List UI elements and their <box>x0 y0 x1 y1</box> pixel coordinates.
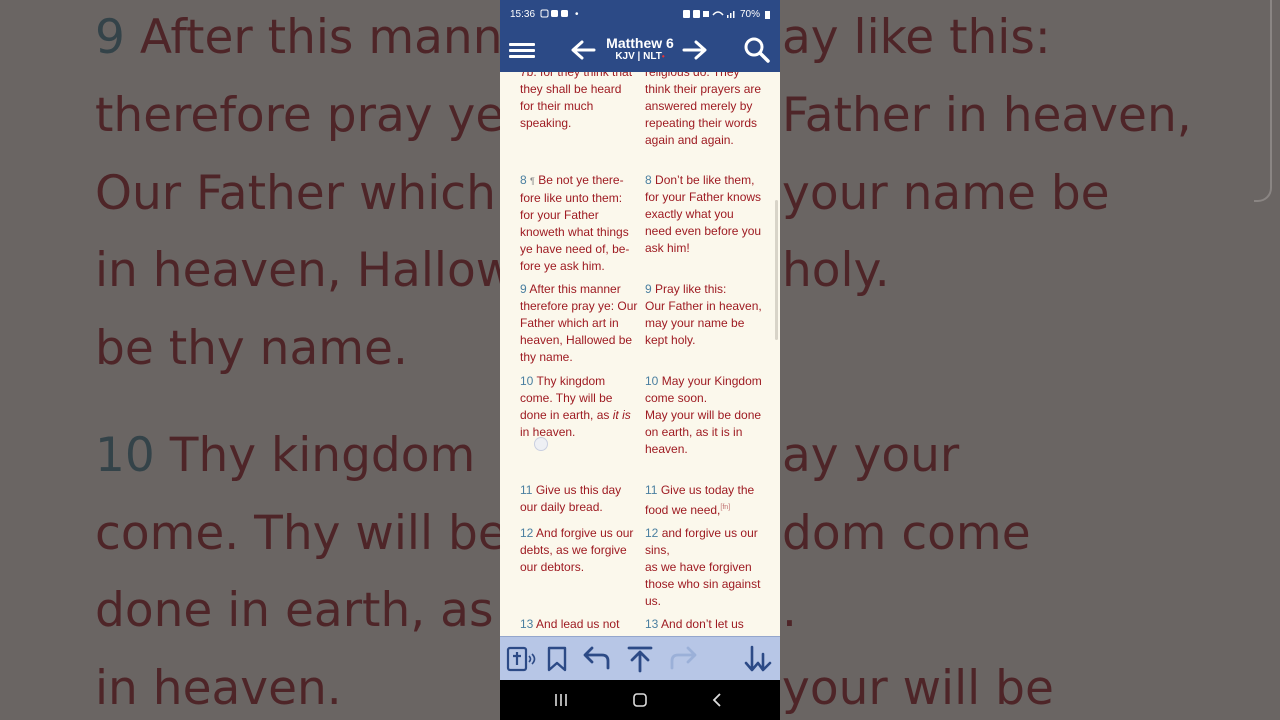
phone-screen: 15:36 • 70% Matthew 6 KJV | NLT• 7b: for… <box>500 0 780 720</box>
scroll-down-icon[interactable] <box>742 643 774 675</box>
kjv-verse-10: 10 Thy kingdom come. Thy will be done in… <box>520 374 631 439</box>
bg-line-right: Father in heaven, <box>782 88 1192 143</box>
kjv-verse-12: 12 And forgive us our debts, as we forgi… <box>520 526 634 574</box>
bg-line: therefore pray ye <box>95 88 505 143</box>
bg-line-right: your will be <box>782 661 1054 716</box>
battery-level: 70% <box>739 8 760 20</box>
notification-icons <box>540 9 569 18</box>
nlt-verse-10: 10 May your Kingdom come soon. May your w… <box>645 374 762 456</box>
system-nav-bar <box>500 680 780 720</box>
bg-line: be thy name. <box>95 321 408 376</box>
version-label: KJV | NLT• <box>615 51 665 62</box>
recents-icon[interactable] <box>541 680 581 720</box>
arrow-left-icon[interactable] <box>568 28 598 72</box>
redo-icon[interactable] <box>668 643 700 675</box>
scrollbar[interactable] <box>775 200 778 340</box>
kjv-verse-9: 9 After this manner therefore pray ye: O… <box>520 282 638 364</box>
search-icon[interactable] <box>742 28 772 72</box>
bg-line-right: . <box>782 583 797 638</box>
undo-icon[interactable] <box>580 643 612 675</box>
bg-line: come. Thy will be <box>95 506 507 561</box>
parallel-text[interactable]: 7b: for they think that they shall be he… <box>500 72 780 636</box>
bg-line-right: dom come <box>782 506 1031 561</box>
chapter-title[interactable]: Matthew 6 KJV | NLT• <box>600 36 680 64</box>
bg-line: 10 Thy kingdom <box>95 428 476 483</box>
bg-line-right: ay like this: <box>782 10 1051 65</box>
footnote-marker[interactable]: [fn] <box>720 504 730 511</box>
kjv-verse-8: 8 ¶ Be not ye there-fore like unto them:… <box>520 173 630 273</box>
nlt-verse-9: 9 Pray like this: Our Father in heaven, m… <box>645 282 762 347</box>
status-time: 15:36 <box>510 8 536 20</box>
scroll-top-icon[interactable] <box>624 643 656 675</box>
bg-line-right: ay your <box>782 428 960 483</box>
touch-indicator <box>534 437 548 451</box>
app-bar: Matthew 6 KJV | NLT• <box>500 28 780 72</box>
nlt-verse-11: 11 Give us today the food we need,[fn] <box>645 483 755 517</box>
status-left: 15:36 • <box>510 9 579 20</box>
more-notifications-icon: • <box>575 8 579 20</box>
back-icon[interactable] <box>698 680 738 720</box>
home-icon[interactable] <box>620 680 660 720</box>
bottom-toolbar <box>500 636 780 681</box>
bg-line: done in earth, as <box>95 583 494 638</box>
bg-line: Our Father which <box>95 166 496 221</box>
nlt-verse-7-tail: religious do. They think their prayers a… <box>645 72 762 147</box>
bg-line: 9 After this mann <box>95 10 503 65</box>
bookmark-icon[interactable] <box>541 643 573 675</box>
signal-wifi-icon <box>682 10 735 18</box>
nlt-verse-12: 12 and forgive us our sins, as we have fo… <box>645 526 761 608</box>
bg-line-right: holy. <box>782 243 890 298</box>
bg-line-right: your name be <box>782 166 1110 221</box>
bible-audio-icon[interactable] <box>505 643 537 675</box>
bg-line: in heaven. <box>95 661 342 716</box>
menu-icon[interactable] <box>508 28 536 72</box>
kjv-verse-7-tail: 7b: for they think that they shall be he… <box>520 72 633 130</box>
status-right: 70% <box>682 8 770 20</box>
status-bar: 15:36 • 70% <box>500 0 780 28</box>
bg-device-edge <box>1254 0 1272 202</box>
kjv-verse-11: 11 Give us this day our daily bread. <box>520 483 622 514</box>
nlt-verse-13: 13 And don’t let us <box>645 617 744 631</box>
bg-line: in heaven, Hallow <box>95 243 515 298</box>
arrow-right-icon[interactable] <box>680 28 710 72</box>
nlt-verse-8: 8 Don’t be like them, for your Father kn… <box>645 173 762 255</box>
battery-icon <box>765 10 770 19</box>
kjv-verse-13: 13 And lead us not <box>520 617 620 631</box>
book-chapter: Matthew 6 <box>606 35 674 51</box>
